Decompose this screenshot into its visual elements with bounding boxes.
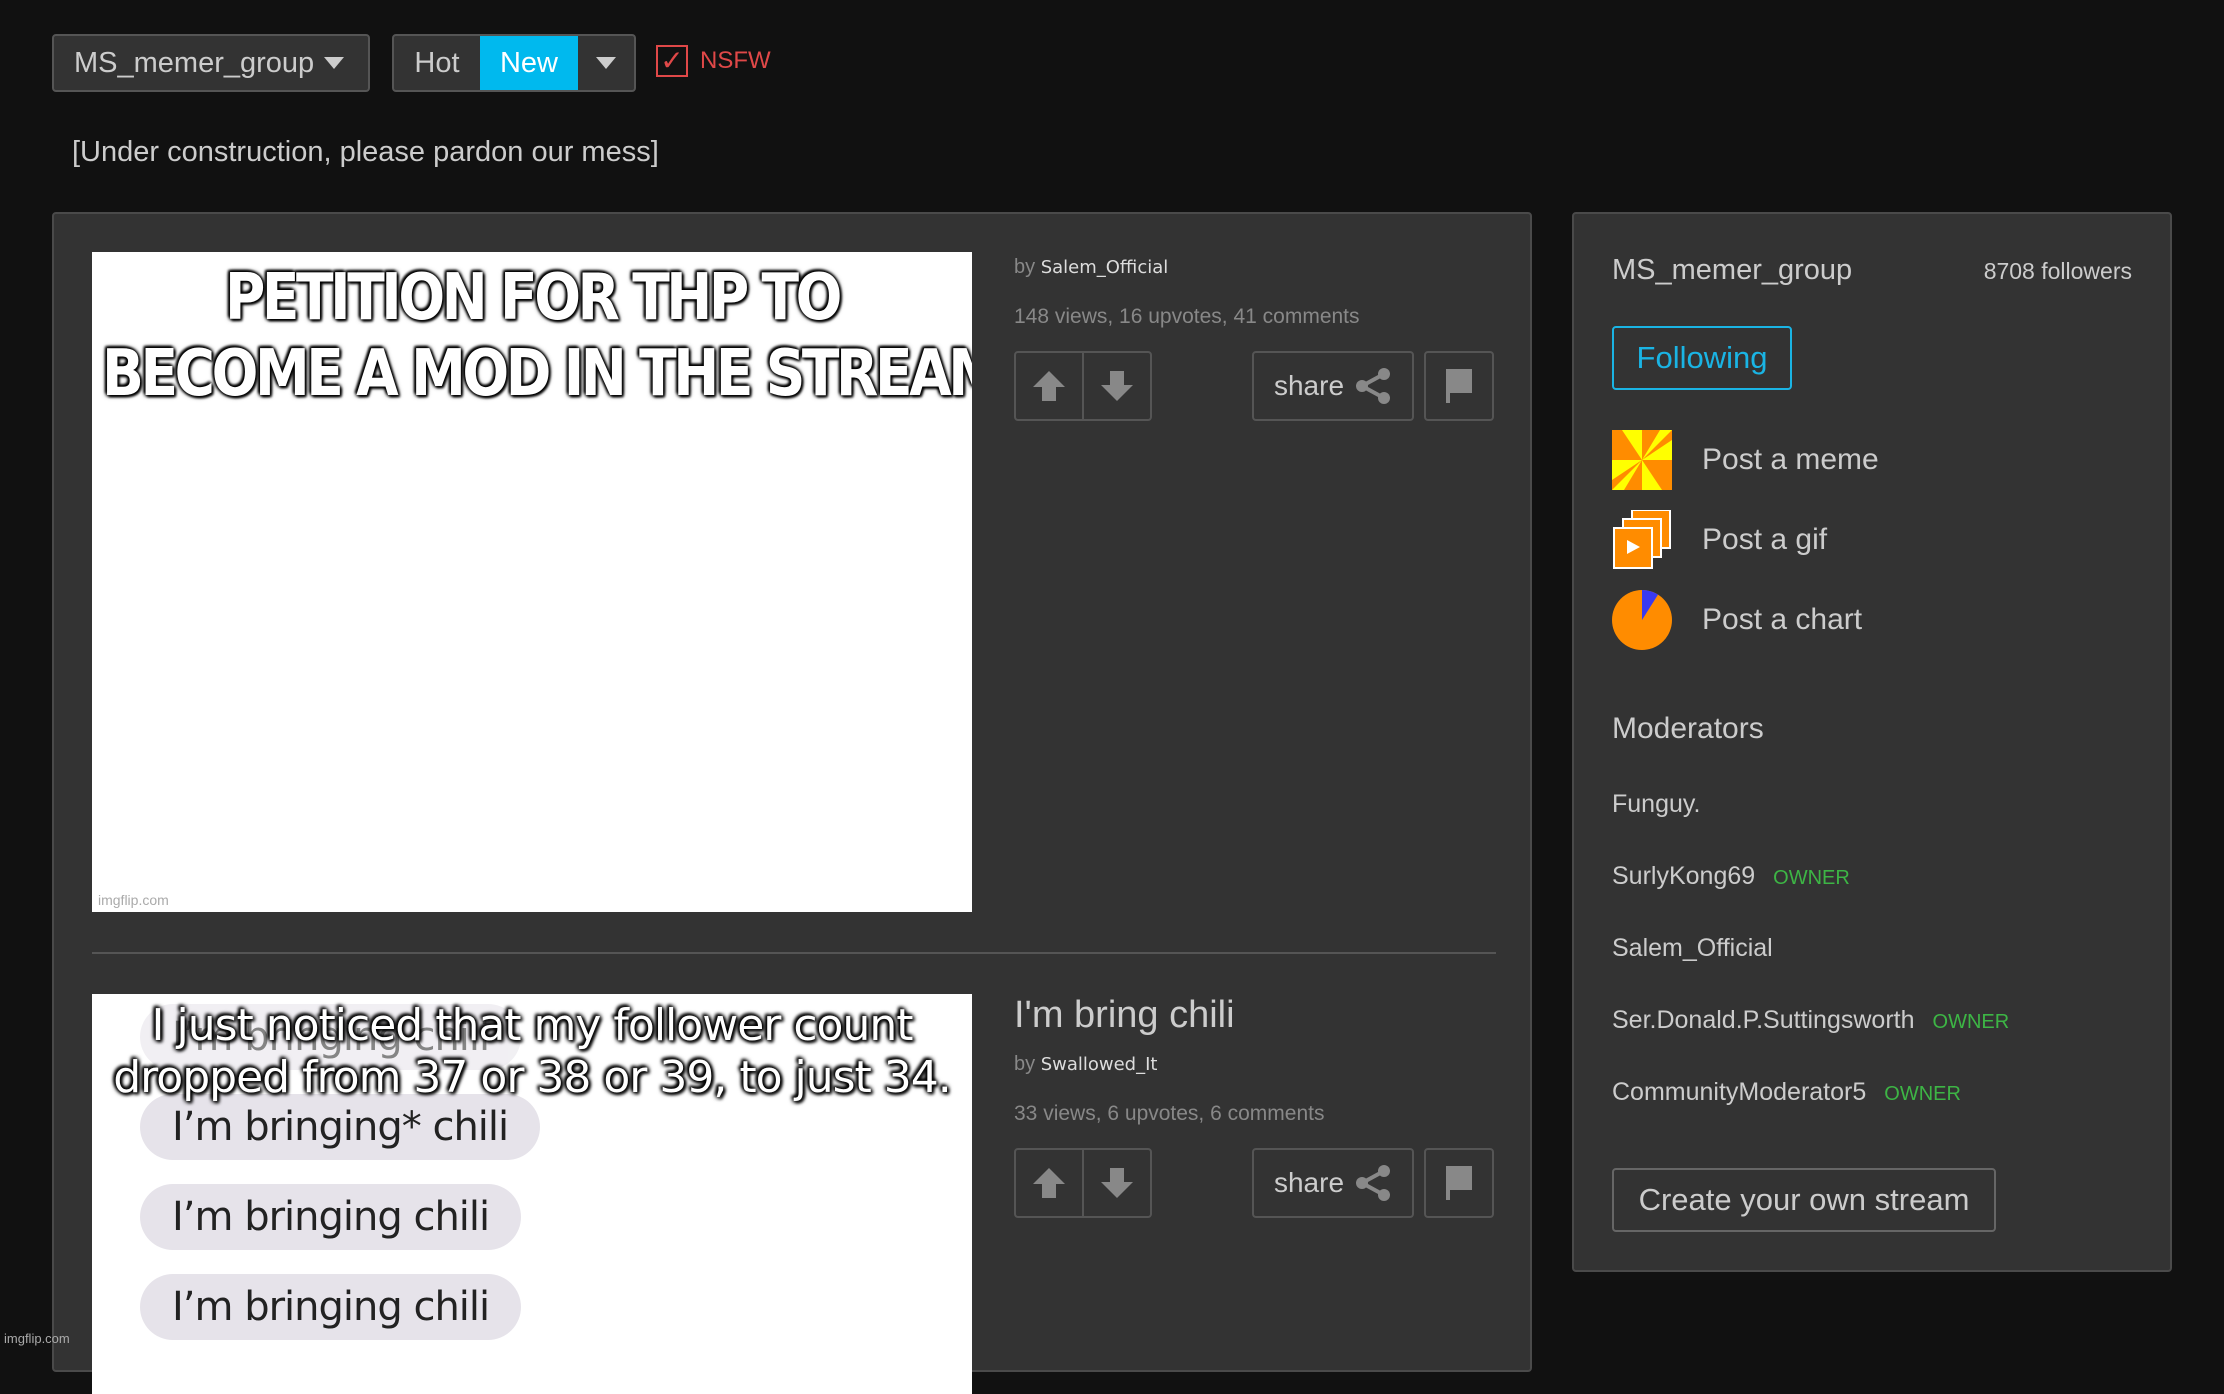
moderator-name[interactable]: Salem_Official	[1612, 934, 1773, 963]
construction-notice: [Under construction, please pardon our m…	[72, 136, 659, 168]
upvote-button[interactable]	[1016, 1150, 1082, 1216]
nsfw-checkbox[interactable]: ✓ NSFW	[656, 45, 771, 77]
moderator-name[interactable]: SurlyKong69	[1612, 862, 1755, 891]
chevron-down-icon	[596, 57, 616, 69]
post-meme-label: Post a meme	[1702, 443, 1879, 476]
post-title[interactable]: I'm bring chili	[1014, 994, 1494, 1037]
post-info: I'm bring chili by Swallowed_It 33 views…	[1014, 994, 1494, 1218]
moderator-name[interactable]: Ser.Donald.P.Suttingsworth	[1612, 1006, 1915, 1035]
flag-icon	[1446, 1166, 1472, 1200]
share-icon	[1356, 1165, 1391, 1201]
owner-badge: OWNER	[1884, 1083, 1961, 1105]
post-gif-label: Post a gif	[1702, 523, 1828, 556]
moderator-name[interactable]: CommunityModerator5	[1612, 1078, 1866, 1107]
sort-more-dropdown[interactable]	[578, 36, 634, 90]
post-actions: share	[1014, 1148, 1494, 1218]
create-stream-button[interactable]: Create your own stream	[1612, 1168, 1996, 1232]
moderator-item: Salem_Official	[1612, 934, 2009, 1006]
meme-caption-line: BECOME A MOD IN THE STREAM	[102, 337, 972, 411]
upvote-button[interactable]	[1016, 353, 1082, 419]
image-watermark: imgflip.com	[98, 892, 169, 908]
share-button[interactable]: share	[1252, 351, 1414, 421]
owner-badge: OWNER	[1932, 1011, 2010, 1033]
flag-button[interactable]	[1424, 1148, 1494, 1218]
chat-bubble: I’m bringing chili	[140, 1274, 522, 1340]
moderator-item: SurlyKong69 OWNER	[1612, 862, 2009, 934]
following-button[interactable]: Following	[1612, 326, 1792, 390]
flag-button[interactable]	[1424, 351, 1494, 421]
sort-toggle-group: Hot New	[392, 34, 636, 92]
arrow-up-icon	[1033, 1168, 1065, 1198]
meme-caption-line: I just noticed that my follower count	[151, 1000, 914, 1051]
pie-chart-icon	[1612, 590, 1672, 650]
meme-caption-line: dropped from 37 or 38 or 39, to just 34.	[113, 1052, 952, 1103]
stream-sidebar: MS_memer_group 8708 followers Following …	[1572, 212, 2172, 1272]
by-label: by	[1014, 256, 1036, 278]
moderator-name[interactable]: Funguy.	[1612, 790, 1700, 819]
meme-caption: I just noticed that my follower count dr…	[92, 1000, 972, 1104]
follower-count: 8708 followers	[1983, 258, 2132, 284]
share-button[interactable]: share	[1252, 1148, 1414, 1218]
share-label: share	[1273, 370, 1345, 401]
stream-select-label: MS_memer_group	[74, 46, 315, 79]
owner-badge: OWNER	[1773, 867, 1850, 889]
by-label: by	[1014, 1053, 1036, 1075]
downvote-button[interactable]	[1082, 1150, 1150, 1216]
nsfw-label: NSFW	[700, 47, 771, 74]
post-chart-label: Post a chart	[1702, 603, 1863, 636]
arrow-down-icon	[1101, 1168, 1133, 1198]
post-stats: 33 views, 6 upvotes, 6 comments	[1014, 1102, 1325, 1125]
page-watermark: imgflip.com	[4, 1331, 70, 1346]
post-feed: PETITION FOR THP TO BECOME A MOD IN THE …	[52, 212, 1532, 1394]
post-image[interactable]: I’m bringing chili I’m bringing* chili I…	[92, 994, 972, 1394]
moderator-item: Funguy.	[1612, 790, 2009, 862]
share-label: share	[1273, 1167, 1345, 1198]
chat-bubble: I’m bringing chili	[140, 1184, 522, 1250]
vote-group	[1014, 351, 1152, 421]
meme-pinwheel-icon	[1612, 430, 1672, 490]
meme-caption: PETITION FOR THP TO BECOME A MOD IN THE …	[102, 260, 972, 412]
post-actions: share	[1014, 351, 1494, 421]
post-divider	[92, 952, 1496, 954]
post-chart-button[interactable]: Post a chart	[1612, 590, 1862, 650]
post-stats: 148 views, 16 upvotes, 41 comments	[1014, 305, 1360, 328]
post-image[interactable]: PETITION FOR THP TO BECOME A MOD IN THE …	[92, 252, 972, 912]
post-gif-button[interactable]: Post a gif	[1612, 510, 1827, 570]
moderators-heading: Moderators	[1612, 712, 1764, 745]
moderator-list: Funguy. SurlyKong69 OWNER Salem_Official…	[1612, 790, 2009, 1150]
gif-stack-icon	[1613, 510, 1671, 569]
chevron-down-icon	[324, 57, 345, 69]
sidebar-stream-name: MS_memer_group	[1612, 254, 1853, 286]
sort-hot-button[interactable]: Hot	[394, 36, 480, 90]
post-byline: by Swallowed_It	[1014, 1053, 1494, 1076]
arrow-down-icon	[1101, 371, 1133, 401]
post-meme-button[interactable]: Post a meme	[1612, 430, 1879, 490]
post-info: by Salem_Official 148 views, 16 upvotes,…	[1014, 256, 1494, 421]
post-byline: by Salem_Official	[1014, 256, 1494, 279]
flag-icon	[1446, 369, 1472, 403]
moderator-item: CommunityModerator5 OWNER	[1612, 1078, 2009, 1150]
share-icon	[1356, 368, 1391, 404]
downvote-button[interactable]	[1082, 353, 1150, 419]
sort-new-button[interactable]: New	[480, 36, 578, 90]
moderator-item: Ser.Donald.P.Suttingsworth OWNER	[1612, 1006, 2009, 1078]
arrow-up-icon	[1033, 371, 1065, 401]
author-link[interactable]: Salem_Official	[1041, 257, 1169, 278]
stream-select-dropdown[interactable]: MS_memer_group	[52, 34, 370, 92]
meme-caption-line: PETITION FOR THP TO	[224, 261, 842, 335]
author-link[interactable]: Swallowed_It	[1041, 1054, 1158, 1075]
checkmark-icon[interactable]: ✓	[656, 45, 688, 77]
vote-group	[1014, 1148, 1152, 1218]
